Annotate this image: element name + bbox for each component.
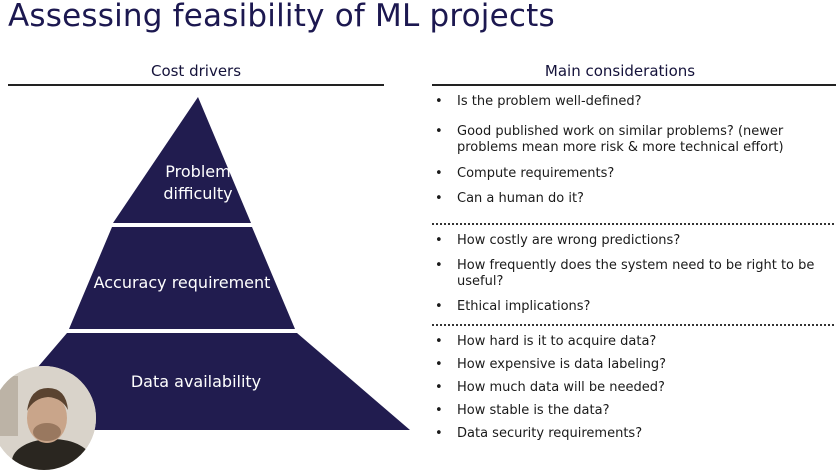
data-considerations-list: • How hard is it to acquire data? • How ex… — [432, 334, 832, 442]
list-item: • How expensive is data labeling? — [435, 357, 667, 372]
tier-label-problem-difficulty: Problem difficulty — [163, 162, 233, 203]
list-item: • How costly are wrong predictions? — [435, 233, 681, 248]
list-item: • Can a human do it? — [435, 191, 584, 206]
list-item: • Compute requirements? — [435, 166, 615, 181]
list-item: • Ethical implications? — [435, 299, 591, 314]
list-item: • Data security requirements? — [435, 426, 643, 441]
slide-title: Assessing feasibility of ML projects — [8, 0, 555, 34]
main-considerations-header: Main considerations — [544, 62, 696, 80]
list-item: • Good published work on similar problems… — [435, 124, 784, 155]
cost-drivers-header: Cost drivers — [150, 62, 242, 80]
right-header-rule — [432, 84, 836, 86]
accuracy-considerations-list: • How costly are wrong predictions? • How … — [432, 233, 832, 315]
section-divider — [432, 223, 834, 225]
list-item: • How stable is the data? — [435, 403, 610, 418]
problem-considerations-list: • Is the problem well-defined? • Good publ… — [432, 94, 832, 207]
list-item: • Is the problem well-defined? — [435, 94, 642, 109]
tier-label-data-availability: Data availability — [130, 372, 262, 391]
section-divider — [432, 324, 834, 326]
left-header-rule — [8, 84, 384, 86]
list-item: • How frequently does the system need to … — [435, 258, 815, 289]
list-item: • How much data will be needed? — [435, 380, 665, 395]
presenter-image — [0, 366, 96, 470]
list-item: • How hard is it to acquire data? — [435, 334, 657, 349]
presenter-webcam — [0, 366, 96, 470]
tier-label-accuracy-requirement: Accuracy requirement — [93, 273, 271, 292]
